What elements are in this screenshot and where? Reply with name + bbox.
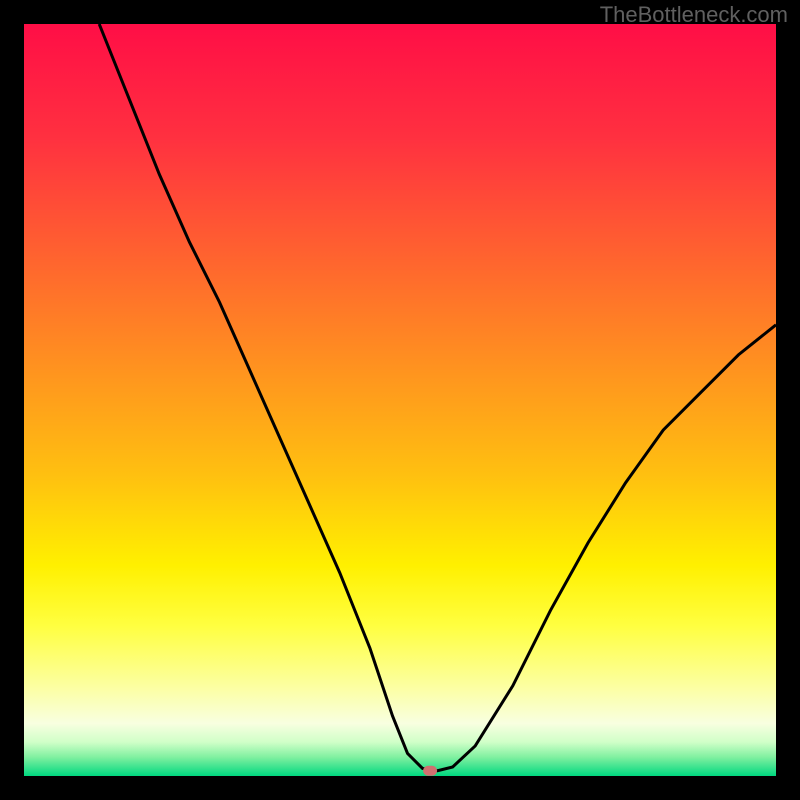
chart-svg (24, 24, 776, 776)
operating-point-marker (423, 766, 437, 776)
gradient-background (24, 24, 776, 776)
plot-area (24, 24, 776, 776)
chart-root: TheBottleneck.com (0, 0, 800, 800)
watermark-text: TheBottleneck.com (600, 2, 788, 28)
